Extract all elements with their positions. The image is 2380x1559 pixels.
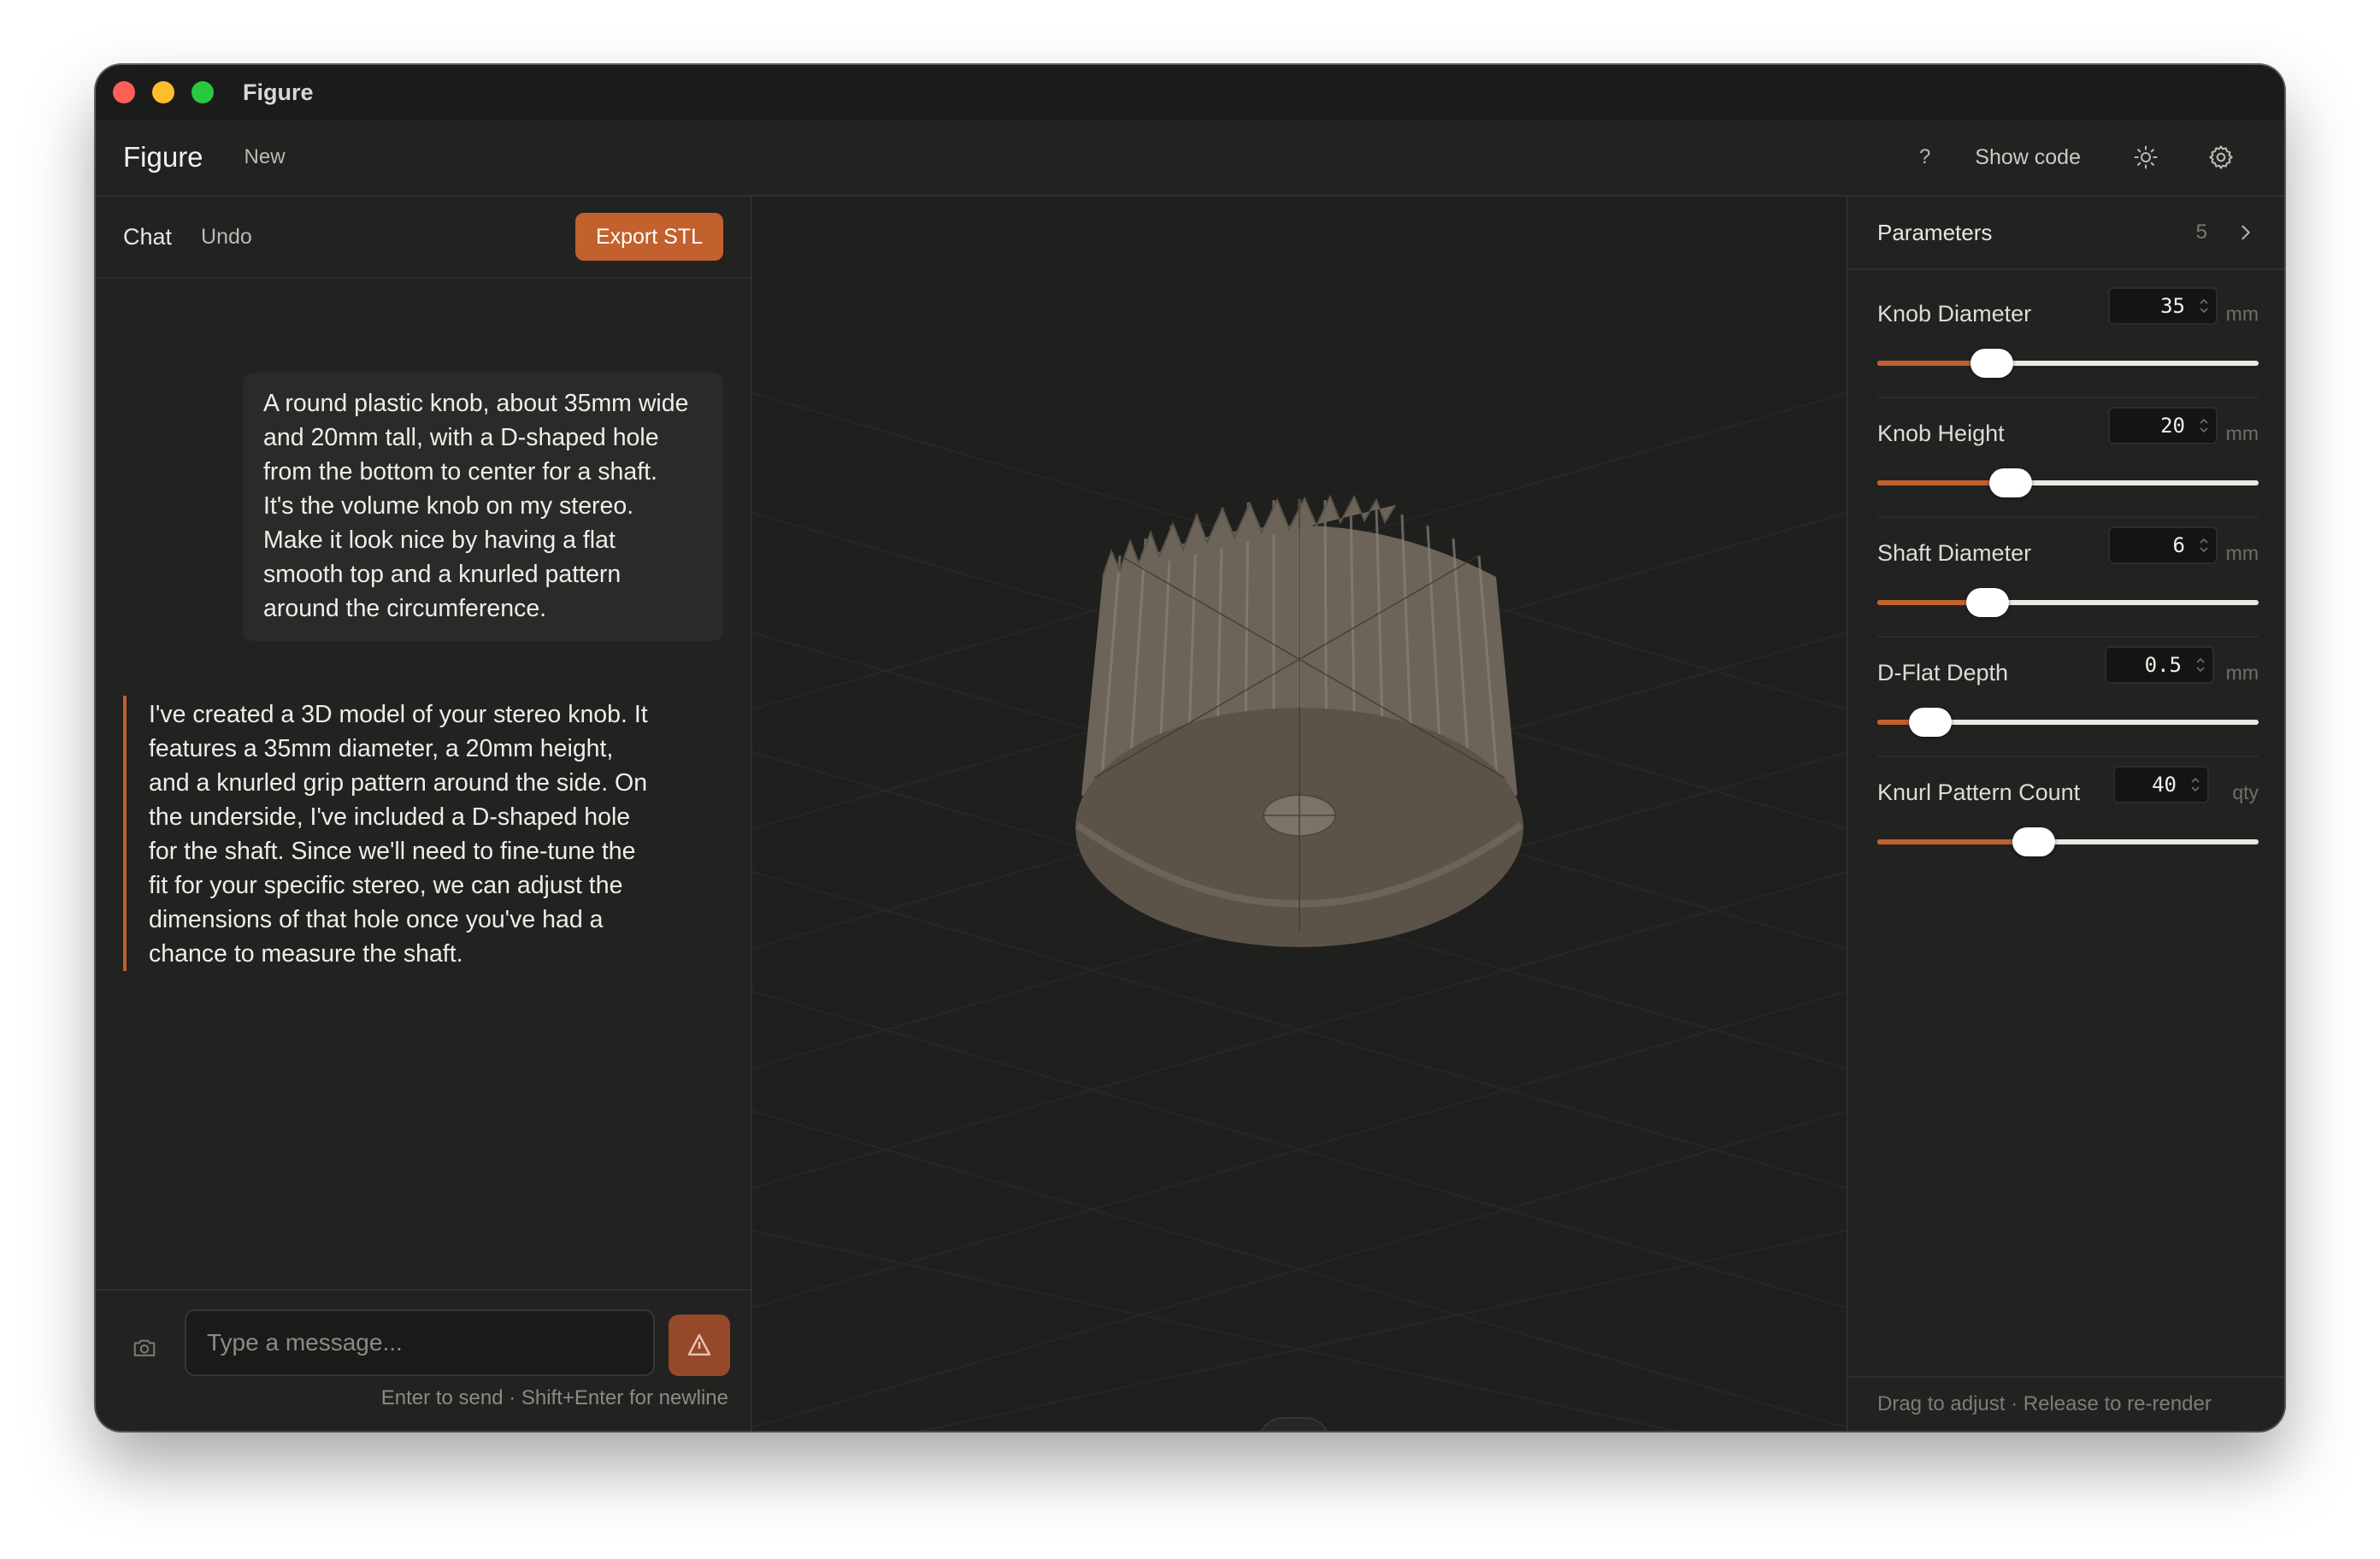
parameter-label: Knob Height (1877, 421, 2005, 446)
show-code-button[interactable]: Show code (1975, 145, 2081, 170)
undo-button[interactable]: Undo (201, 225, 252, 250)
help-button[interactable]: ? (1919, 145, 1930, 169)
parameter-label: Shaft Diameter (1877, 540, 2032, 566)
parameter-unit: mm (2225, 303, 2259, 325)
composer-hint: Enter to send · Shift+Enter for newline (380, 1386, 728, 1409)
slider-thumb[interactable] (1966, 588, 2010, 617)
parameter-row: Knob Diameter 35 mm (1877, 279, 2259, 398)
message-composer: Enter to send · Shift+Enter for newline (96, 1289, 751, 1431)
app-window: Figure Figure New ? Show code Chat Undo … (96, 65, 2284, 1431)
zoom-window-button[interactable] (191, 81, 214, 103)
window-title: Figure (243, 79, 314, 105)
export-stl-button[interactable]: Export STL (574, 213, 723, 261)
parameter-value-input[interactable]: 40 (2113, 766, 2209, 803)
app-header: Figure New ? Show code (96, 120, 2284, 197)
parameter-value: 20 (2160, 414, 2185, 438)
slider-thumb[interactable] (2012, 827, 2055, 856)
parameter-value: 6 (2172, 533, 2185, 557)
settings-button[interactable] (2204, 140, 2238, 174)
tab-chat[interactable]: Chat (123, 224, 172, 250)
parameter-value-input[interactable]: 35 (2108, 287, 2218, 325)
send-button[interactable] (669, 1315, 730, 1376)
parameter-value-input[interactable]: 0.5 (2105, 646, 2214, 684)
title-bar: Figure (96, 65, 2284, 120)
slider-thumb[interactable] (1970, 349, 2013, 378)
pin-icon (1284, 1429, 1305, 1431)
chat-panel: Chat Undo Export STL A round plastic kno… (96, 197, 752, 1431)
parameter-value: 40 (2152, 773, 2177, 797)
parameter-row: Shaft Diameter 6 mm (1877, 518, 2259, 638)
theme-toggle-button[interactable] (2129, 140, 2163, 174)
stepper-icon[interactable] (2199, 536, 2209, 555)
parameter-value: 35 (2160, 294, 2185, 318)
viewport-scene[interactable] (752, 197, 1847, 1431)
slider-thumb[interactable] (1989, 468, 2033, 497)
parameters-count: 5 (2195, 221, 2207, 244)
parameter-label: Knob Diameter (1877, 301, 2032, 327)
slider-fill (1877, 839, 2034, 844)
model-viewport[interactable] (752, 197, 1847, 1431)
message-input[interactable] (185, 1309, 655, 1376)
chevron-right-icon[interactable] (2236, 223, 2255, 242)
parameter-slider[interactable] (1877, 349, 2259, 378)
new-button[interactable]: New (244, 145, 286, 169)
parameter-slider[interactable] (1877, 588, 2259, 617)
parameter-value-input[interactable]: 20 (2108, 407, 2218, 444)
assistant-message: I've created a 3D model of your stereo k… (123, 696, 704, 971)
parameter-slider[interactable] (1877, 468, 2259, 497)
parameter-label: D-Flat Depth (1877, 660, 2009, 685)
parameter-label: Knurl Pattern Count (1877, 780, 2081, 805)
send-icon (687, 1333, 711, 1356)
parameters-title: Parameters (1877, 219, 1993, 245)
app-brand[interactable]: Figure (123, 141, 203, 174)
parameters-footer: Drag to adjust · Release to re-render (1848, 1376, 2284, 1431)
minimize-window-button[interactable] (152, 81, 174, 103)
attach-image-button[interactable] (132, 1335, 162, 1366)
slider-thumb[interactable] (1909, 708, 1953, 737)
user-message: A round plastic knob, about 35mm wide an… (243, 373, 723, 641)
stepper-icon[interactable] (2195, 656, 2206, 674)
parameter-value-input[interactable]: 6 (2108, 527, 2218, 564)
header-actions: ? Show code (1919, 140, 2238, 174)
stepper-icon[interactable] (2199, 416, 2209, 435)
close-window-button[interactable] (113, 81, 135, 103)
parameter-unit: qty (2232, 781, 2259, 803)
parameter-row: Knob Height 20 mm (1877, 398, 2259, 518)
stepper-icon[interactable] (2199, 297, 2209, 315)
gear-icon (2209, 145, 2233, 169)
camera-icon (133, 1339, 156, 1356)
chat-header: Chat Undo Export STL (96, 197, 751, 279)
parameter-unit: mm (2225, 422, 2259, 444)
parameter-slider[interactable] (1877, 708, 2259, 737)
parameter-unit: mm (2225, 542, 2259, 564)
window-controls (113, 81, 214, 103)
parameters-panel: Parameters 5 Knob Diameter 35 mm Knob Heigh… (1847, 197, 2284, 1431)
parameter-unit: mm (2225, 662, 2259, 684)
sun-icon (2134, 145, 2158, 169)
stepper-icon[interactable] (2190, 775, 2200, 794)
knob-model[interactable] (1075, 494, 1524, 947)
parameter-slider[interactable] (1877, 827, 2259, 856)
parameter-value: 0.5 (2144, 653, 2182, 677)
parameters-header: Parameters 5 (1848, 197, 2284, 270)
parameter-row: Knurl Pattern Count 40 qty (1877, 757, 2259, 877)
parameter-row: D-Flat Depth 0.5 mm (1877, 638, 2259, 757)
